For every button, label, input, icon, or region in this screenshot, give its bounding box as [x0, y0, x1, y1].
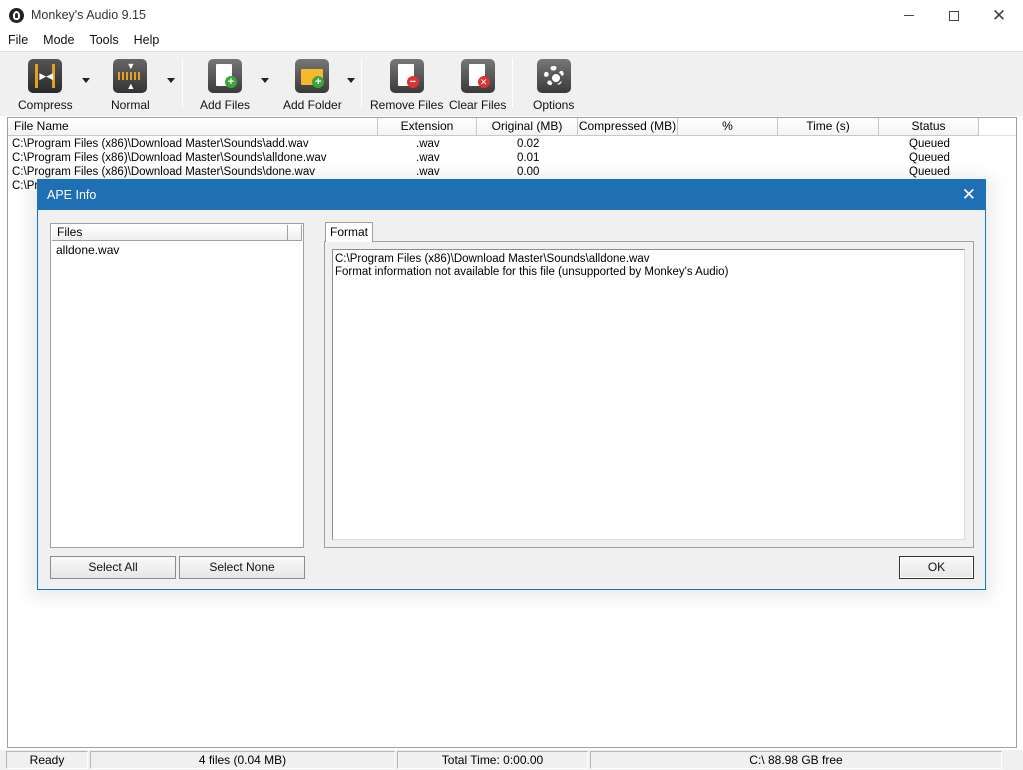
column-original[interactable]: Original (MB)	[477, 118, 578, 136]
column-file-name[interactable]: File Name	[8, 118, 378, 136]
row-file-name: C:\Program Files (x86)\Download Master\S…	[12, 138, 309, 150]
tab-format[interactable]: Format	[325, 222, 373, 242]
add-files-button[interactable]: + Add Files	[200, 59, 250, 112]
compress-label: Compress	[18, 98, 73, 112]
close-button[interactable]: ✕	[976, 0, 1022, 31]
row-status: Queued	[909, 152, 950, 164]
clear-files-label: Clear Files	[449, 98, 507, 112]
options-label: Options	[533, 98, 575, 112]
menu-tools[interactable]: Tools	[81, 31, 125, 51]
toolbar: ▶◀ Compress ▼ ▲ Normal + Add Files + Add…	[0, 51, 1023, 116]
column-compressed[interactable]: Compressed (MB)	[578, 118, 678, 136]
status-file-count: 4 files (0.04 MB)	[90, 751, 395, 769]
normal-label: Normal	[111, 98, 150, 112]
toolbar-separator	[512, 58, 513, 108]
list-item[interactable]: alldone.wav	[56, 243, 119, 257]
maximize-button[interactable]	[931, 0, 977, 31]
normal-button[interactable]: ▼ ▲ Normal	[111, 59, 150, 112]
column-extension[interactable]: Extension	[378, 118, 477, 136]
remove-files-icon: −	[389, 59, 424, 93]
compress-icon: ▶◀	[28, 59, 63, 93]
add-files-icon: +	[208, 59, 243, 93]
column-time[interactable]: Time (s)	[778, 118, 879, 136]
compress-dropdown-icon[interactable]	[82, 78, 90, 83]
dialog-title: APE Info	[47, 188, 97, 202]
status-bar: Ready 4 files (0.04 MB) Total Time: 0:00…	[0, 750, 1023, 770]
window-titlebar: Monkey's Audio 9.15 ✕	[0, 0, 1023, 31]
file-list-header: File Name Extension Original (MB) Compre…	[8, 118, 1016, 136]
column-empty	[288, 225, 302, 241]
window-title: Monkey's Audio 9.15	[31, 8, 146, 22]
format-info-textbox[interactable]: C:\Program Files (x86)\Download Master\S…	[332, 249, 965, 540]
normal-dropdown-icon[interactable]	[167, 78, 175, 83]
ok-button[interactable]: OK	[899, 556, 974, 579]
status-disk-free: C:\ 88.98 GB free	[590, 751, 1002, 769]
row-extension: .wav	[416, 138, 440, 150]
menu-file[interactable]: File	[0, 31, 35, 51]
add-folder-label: Add Folder	[283, 98, 342, 112]
row-original: 0.02	[517, 138, 540, 150]
maximize-icon	[949, 10, 959, 21]
row-extension: .wav	[416, 152, 440, 164]
column-status[interactable]: Status	[879, 118, 979, 136]
add-files-dropdown-icon[interactable]	[261, 78, 269, 83]
status-total-time: Total Time: 0:00.00	[397, 751, 588, 769]
files-list-header: Files	[52, 225, 302, 241]
compress-button[interactable]: ▶◀ Compress	[18, 59, 73, 112]
gear-icon	[536, 59, 571, 93]
dialog-close-icon[interactable]: ✕	[962, 185, 976, 205]
menu-help[interactable]: Help	[126, 31, 167, 51]
row-file-name: C:\Program Files (x86)\Download Master\S…	[12, 152, 327, 164]
column-files[interactable]: Files	[52, 225, 288, 241]
ape-info-dialog: APE Info ✕ Files alldone.wav Format C:\P…	[37, 179, 986, 590]
row-status: Queued	[909, 138, 950, 150]
dialog-files-list[interactable]: Files alldone.wav	[50, 223, 304, 548]
add-folder-dropdown-icon[interactable]	[347, 78, 355, 83]
clear-files-icon: ✕	[460, 59, 495, 93]
column-percent[interactable]: %	[678, 118, 778, 136]
status-ready: Ready	[6, 751, 88, 769]
select-none-button[interactable]: Select None	[179, 556, 305, 579]
menu-mode[interactable]: Mode	[35, 31, 81, 51]
row-original: 0.01	[517, 152, 540, 164]
select-all-button[interactable]: Select All	[50, 556, 176, 579]
add-folder-icon: +	[295, 59, 330, 93]
format-line-message: Format information not available for thi…	[335, 266, 729, 278]
table-row[interactable]: C:\Program Files (x86)\Download Master\S…	[8, 137, 1016, 151]
toolbar-separator	[361, 58, 362, 108]
clear-files-button[interactable]: ✕ Clear Files	[449, 59, 506, 112]
minimize-button[interactable]	[886, 0, 932, 31]
compression-level-icon: ▼ ▲	[113, 59, 148, 93]
options-button[interactable]: Options	[533, 59, 574, 112]
format-line-path: C:\Program Files (x86)\Download Master\S…	[335, 253, 650, 265]
monkeys-audio-icon	[9, 8, 24, 23]
add-files-label: Add Files	[200, 98, 251, 112]
table-row[interactable]: C:\Program Files (x86)\Download Master\S…	[8, 151, 1016, 165]
menu-bar: File Mode Tools Help	[0, 31, 1023, 51]
toolbar-separator	[182, 58, 183, 108]
remove-files-button[interactable]: − Remove Files	[370, 59, 443, 112]
add-folder-button[interactable]: + Add Folder	[283, 59, 342, 112]
close-icon: ✕	[991, 6, 1007, 25]
format-tab-panel: C:\Program Files (x86)\Download Master\S…	[324, 241, 974, 548]
minimize-icon	[904, 15, 914, 16]
remove-files-label: Remove Files	[370, 98, 444, 112]
dialog-titlebar: APE Info ✕	[38, 180, 985, 210]
